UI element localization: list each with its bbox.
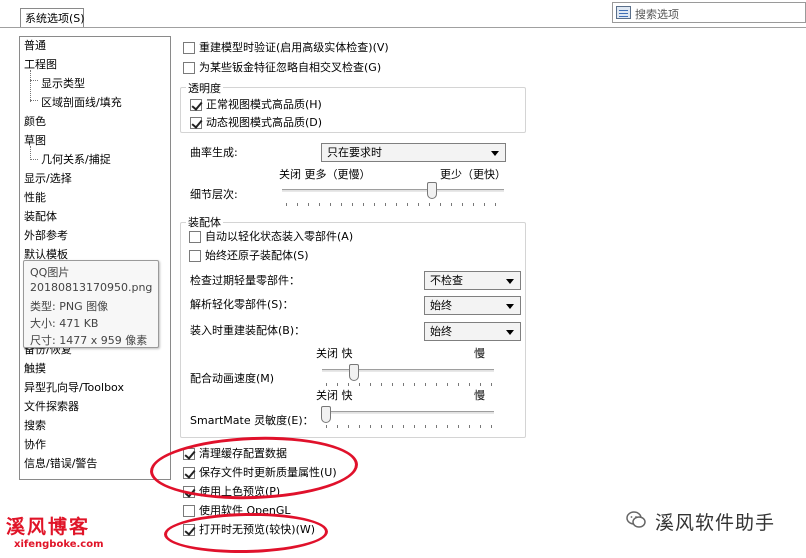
search-options-icon [616, 6, 631, 19]
smartmate-right-caption: 慢 [474, 389, 485, 402]
tree-item-performance[interactable]: 性能 [24, 191, 46, 205]
tree-item-hatch[interactable]: 区域剖面线/填充 [41, 96, 122, 110]
smartmate-slider-thumb[interactable] [321, 406, 331, 423]
rebuild-on-load-label: 装入时重建装配体(B)： [190, 324, 306, 337]
check-outdated-dropdown[interactable]: 不检查 [424, 271, 521, 290]
always-resolve-label: 始终还原子装配体(S) [205, 249, 309, 262]
detail-slider-thumb[interactable] [427, 182, 437, 199]
rebuild-verify-checkbox[interactable] [183, 42, 195, 54]
resolve-lightweight-value: 始终 [430, 299, 452, 312]
tree-connector [30, 146, 31, 160]
tree-item-drawings[interactable]: 工程图 [24, 58, 57, 72]
rebuild-verify-label: 重建模型时验证(启用高级实体检查)(V) [199, 41, 389, 54]
normal-hq-label: 正常视图模式高品质(H) [206, 98, 322, 111]
mate-animation-slider-track[interactable] [322, 369, 494, 372]
mate-animation-slider-thumb[interactable] [349, 364, 359, 381]
chevron-down-icon [506, 279, 514, 284]
tooltip-type: 类型: PNG 图像 [30, 300, 109, 313]
file-tooltip: QQ图片 20180813170950.png 类型: PNG 图像 大小: 4… [23, 260, 159, 348]
chevron-down-icon [506, 304, 514, 309]
dynamic-hq-label: 动态视图模式高品质(D) [206, 116, 323, 129]
tree-item-external-refs[interactable]: 外部参考 [24, 229, 68, 243]
tree-item-general[interactable]: 普通 [24, 39, 46, 53]
normal-hq-checkbox[interactable] [190, 99, 202, 111]
tree-item-hole-wizard[interactable]: 异型孔向导/Toolbox [24, 381, 124, 395]
tooltip-name: QQ图片 [30, 266, 70, 279]
detail-slider-track[interactable] [282, 189, 504, 192]
ignore-self-intersect-label: 为某些钣金特征忽略自相交叉检查(G) [199, 61, 382, 74]
auto-lightweight-checkbox[interactable] [189, 231, 201, 243]
wechat-icon [626, 511, 646, 528]
tooltip-file: 20180813170950.png [30, 281, 153, 294]
check-outdated-label: 检查过期轻量零部件： [190, 274, 300, 287]
resolve-lightweight-dropdown[interactable]: 始终 [424, 296, 521, 315]
tree-item-messages[interactable]: 信息/错误/警告 [24, 457, 97, 471]
tree-item-display-selection[interactable]: 显示/选择 [24, 172, 72, 186]
tree-item-assemblies[interactable]: 装配体 [24, 210, 57, 224]
rebuild-on-load-value: 始终 [430, 325, 452, 338]
detail-right-caption: 更少（更快） [440, 168, 506, 181]
tree-item-collaboration[interactable]: 协作 [24, 438, 46, 452]
tree-item-sketch[interactable]: 草图 [24, 134, 46, 148]
search-input[interactable]: 搜索选项 [635, 6, 679, 22]
curvature-label: 曲率生成: [190, 146, 238, 159]
auto-lightweight-label: 自动以轻化状态装入零部件(A) [205, 230, 354, 243]
tree-connector [30, 159, 38, 160]
smartmate-slider-ticks [326, 425, 492, 428]
smartmate-slider-track[interactable] [322, 411, 494, 414]
tree-item-colors[interactable]: 颜色 [24, 115, 46, 129]
curvature-dropdown[interactable]: 只在要求时 [321, 143, 506, 162]
mate-animation-slider-ticks [326, 383, 492, 386]
search-box[interactable]: 搜索选项 [612, 2, 806, 23]
ignore-self-intersect-checkbox[interactable] [183, 62, 195, 74]
curvature-value: 只在要求时 [327, 146, 382, 159]
check-outdated-value: 不检查 [430, 274, 463, 287]
assembly-group-title: 装配体 [186, 214, 223, 230]
detail-label: 细节层次: [190, 188, 238, 201]
smartmate-label: SmartMate 灵敏度(E)： [190, 414, 314, 427]
options-tree: 普通 工程图 显示类型 区域剖面线/填充 颜色 草图 几何关系/捕捉 显示/选择… [19, 36, 171, 480]
tree-connector [30, 80, 38, 81]
detail-left-caption: 关闭 更多（更慢） [279, 168, 371, 181]
rebuild-on-load-dropdown[interactable]: 始终 [424, 322, 521, 341]
tooltip-dims: 尺寸: 1477 x 959 像素 [30, 334, 148, 347]
chevron-down-icon [506, 330, 514, 335]
tree-item-touch[interactable]: 触摸 [24, 362, 46, 376]
annotation-circle [163, 511, 329, 555]
tree-item-file-explorer[interactable]: 文件探索器 [24, 400, 79, 414]
dynamic-hq-checkbox[interactable] [190, 117, 202, 129]
opengl-checkbox[interactable] [183, 505, 195, 517]
resolve-lightweight-label: 解析轻化零部件(S)： [190, 298, 294, 311]
detail-slider-ticks [286, 203, 502, 206]
tab-divider [0, 27, 806, 28]
tree-connector [30, 70, 31, 102]
watermark-brand: 溪风软件助手 [655, 512, 776, 534]
annotation-circle [148, 433, 360, 503]
tree-item-relations[interactable]: 几何关系/捕捉 [41, 153, 111, 167]
tree-item-search[interactable]: 搜索 [24, 419, 46, 433]
tree-connector [30, 100, 38, 101]
watermark-logo: 溪风博客 [6, 516, 91, 538]
always-resolve-checkbox[interactable] [189, 250, 201, 262]
mate-animation-right-caption: 慢 [474, 347, 485, 360]
mate-animation-label: 配合动画速度(M) [190, 372, 275, 385]
tab-system-options[interactable]: 系统选项(S) [20, 8, 85, 28]
chevron-down-icon [491, 151, 499, 156]
watermark-url: xifengboke.com [14, 539, 104, 550]
transparency-group-title: 透明度 [186, 80, 223, 96]
smartmate-left-caption: 关闭 快 [316, 389, 353, 402]
tooltip-size: 大小: 471 KB [30, 317, 99, 330]
tree-item-display-style[interactable]: 显示类型 [41, 77, 85, 91]
mate-animation-left-caption: 关闭 快 [316, 347, 353, 360]
